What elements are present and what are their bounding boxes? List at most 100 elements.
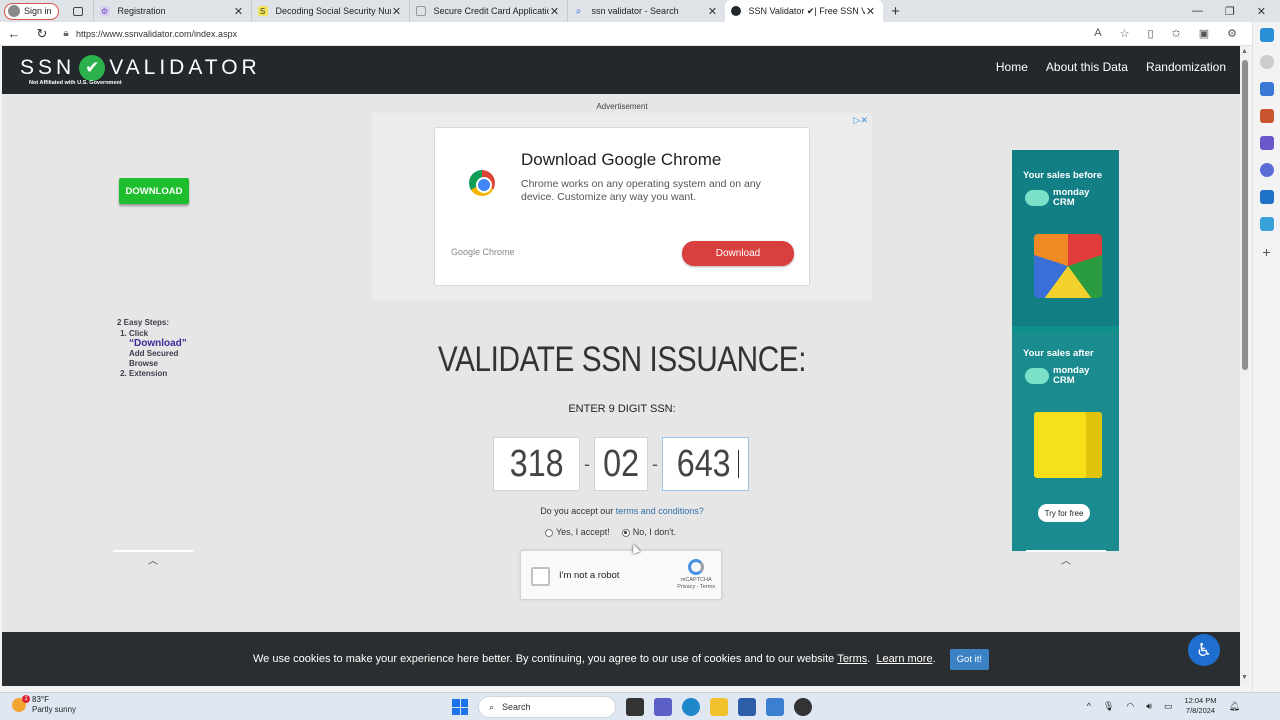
close-tab-icon[interactable]: ✕ (707, 5, 719, 18)
main-nav: Home About this Data Randomization (996, 60, 1226, 74)
read-aloud-icon[interactable]: A (1094, 27, 1101, 40)
solved-cube-image (1034, 412, 1102, 478)
edge-icon[interactable] (682, 698, 700, 716)
address-bar: ← ↻ 🔒︎ https://www.ssnvalidator.com/inde… (0, 22, 1280, 46)
url-field[interactable]: https://www.ssnvalidator.com/index.aspx (76, 29, 1094, 39)
chrome-ad-card[interactable]: Download Google Chrome Chrome works on a… (434, 127, 810, 286)
outlook-icon[interactable] (1259, 190, 1274, 204)
page-title: VALIDATE SSN ISSUANCE: (437, 340, 807, 379)
wifi-icon[interactable]: ◠ (1126, 701, 1134, 712)
scroll-down-icon[interactable]: ▼ (1241, 674, 1248, 681)
ssn-serial-input[interactable]: 643 (662, 437, 749, 491)
top-ad[interactable]: ▷✕ Download Google Chrome Chrome works o… (372, 113, 872, 300)
nav-about-data[interactable]: About this Data (1046, 60, 1128, 74)
notifications-icon[interactable]: 🔔︎ (1229, 701, 1240, 712)
games-icon[interactable] (1259, 136, 1274, 150)
right-side-ad[interactable]: ▷✕ Your sales before mondayCRM Your sale… (1012, 150, 1119, 551)
accessibility-icon[interactable]: ♿︎ (1188, 634, 1220, 666)
store-icon[interactable] (738, 698, 756, 716)
monday-logo: monday CRM (1025, 188, 1089, 208)
microsoft-365-icon[interactable] (1259, 163, 1274, 177)
logo-text-ssn: SSN (20, 56, 76, 79)
ad-close-icon[interactable]: ▷✕ (854, 115, 868, 126)
recaptcha-widget: I'm not a robot reCAPTCHA Privacy - Term… (520, 550, 722, 600)
recaptcha-brand: reCAPTCHA Privacy - Terms (677, 559, 715, 591)
new-tab-button[interactable]: + (883, 3, 909, 20)
decoding-favicon-icon: S (257, 6, 268, 16)
close-tab-icon[interactable]: ✕ (233, 5, 245, 18)
left-ad-download-button[interactable]: DOWNLOAD (119, 178, 189, 204)
sidebar-search-icon[interactable] (1259, 55, 1274, 69)
logo-text-validator: VALIDATOR (109, 56, 261, 79)
battery-icon[interactable]: ▭ (1164, 701, 1173, 712)
app-icon[interactable] (794, 698, 812, 716)
favorites-icon[interactable]: ✩ (1172, 27, 1181, 40)
split-screen-icon[interactable]: ▯ (1147, 27, 1153, 40)
tab-actions-icon[interactable] (72, 6, 83, 16)
close-tab-icon[interactable]: ✕ (865, 5, 877, 18)
terms-link[interactable]: terms and conditions? (616, 506, 704, 516)
scroll-up-icon[interactable]: ▲ (1241, 48, 1248, 55)
nav-home[interactable]: Home (996, 60, 1028, 74)
favorite-star-icon[interactable]: ☆ (1120, 27, 1130, 40)
try-for-free-button[interactable]: Try for free (1038, 504, 1090, 522)
ad-download-button[interactable]: Download (682, 241, 794, 266)
tab-ssn-validator[interactable]: SSN Validator ✔| Free SSN Vali ✕ (724, 0, 883, 22)
close-tab-icon[interactable]: ✕ (549, 5, 561, 18)
step-1-link[interactable]: “Download” (129, 338, 187, 349)
tab-registration[interactable]: ⚙ Registration ✕ (92, 0, 251, 22)
start-button-icon[interactable] (452, 699, 468, 715)
collapse-left-ad-button[interactable]: ︿ (113, 550, 193, 567)
extensions-icon[interactable]: ⚙ (1227, 27, 1237, 40)
microphone-icon[interactable]: 🎙︎ (1103, 701, 1114, 712)
site-logo[interactable]: SSN ✔ VALIDATOR (20, 55, 261, 81)
scrollbar-thumb[interactable] (1242, 60, 1248, 370)
ssn-validator-favicon-icon (730, 6, 741, 16)
close-tab-icon[interactable]: ✕ (391, 5, 403, 18)
tab-search[interactable]: ⌕ ssn validator - Search ✕ (566, 0, 725, 22)
task-view-icon[interactable] (626, 698, 644, 716)
volume-icon[interactable]: 🔊︎ (1146, 701, 1152, 712)
steps-title: 2 Easy Steps: (117, 318, 170, 327)
clock[interactable]: 12:04 PM 7/8/2024 (1184, 696, 1216, 716)
profile-sign-in-button[interactable]: Sign in (4, 2, 59, 20)
page-scrollbar[interactable]: ▲ ▼ (1240, 46, 1250, 686)
tab-credit-card[interactable]: Secure Credit Card Application - ✕ (408, 0, 567, 22)
nav-randomization[interactable]: Randomization (1146, 60, 1226, 74)
mail-icon[interactable] (766, 698, 784, 716)
restore-icon[interactable]: ❐ (1225, 5, 1235, 18)
accept-yes-radio[interactable]: Yes, I accept! (545, 527, 610, 537)
back-icon[interactable]: ← (0, 26, 28, 41)
ssn-area-input[interactable]: 318 (493, 437, 580, 491)
collections-icon[interactable]: ▣ (1199, 27, 1209, 40)
minimize-icon[interactable]: — (1192, 5, 1203, 18)
lock-icon[interactable]: 🔒︎ (56, 28, 76, 39)
recaptcha-checkbox[interactable] (531, 567, 550, 586)
taskbar-search[interactable]: ⌕ Search (478, 696, 616, 718)
teams-icon[interactable] (654, 698, 672, 716)
tab-decoding-ssn[interactable]: S Decoding Social Security Numbe ✕ (250, 0, 409, 22)
weather-widget[interactable]: 1 83°F Partly sunny (12, 695, 76, 715)
file-explorer-icon[interactable] (710, 698, 728, 716)
accept-no-radio[interactable]: No, I don't. (621, 527, 676, 537)
cookie-terms-link[interactable]: Terms (837, 653, 867, 665)
cookie-got-it-button[interactable]: Got it! (949, 648, 989, 670)
clock-time: 12:04 PM (1184, 696, 1217, 705)
tools-icon[interactable] (1259, 109, 1274, 123)
ssn-group-input[interactable]: 02 (594, 437, 648, 491)
add-sidebar-app-icon[interactable]: + (1262, 244, 1270, 260)
refresh-icon[interactable]: ↻ (28, 26, 56, 42)
shopping-icon[interactable] (1259, 82, 1274, 96)
chevron-up-icon[interactable]: ^ (1087, 701, 1091, 711)
ad-brand: Google Chrome (451, 247, 515, 257)
recaptcha-logo-icon (688, 559, 705, 575)
recaptcha-links[interactable]: Privacy - Terms (677, 584, 715, 591)
close-window-icon[interactable]: ✕ (1257, 5, 1266, 18)
cookie-learn-more-link[interactable]: Learn more (876, 653, 932, 665)
search-favicon-icon: ⌕ (575, 5, 582, 17)
copilot-icon[interactable] (1259, 28, 1274, 42)
radio-circle-selected (621, 528, 630, 537)
ad-description: Chrome works on any operating system and… (521, 178, 761, 203)
collapse-right-ad-button[interactable]: ︿ (1026, 550, 1106, 567)
drop-icon[interactable] (1259, 217, 1274, 231)
